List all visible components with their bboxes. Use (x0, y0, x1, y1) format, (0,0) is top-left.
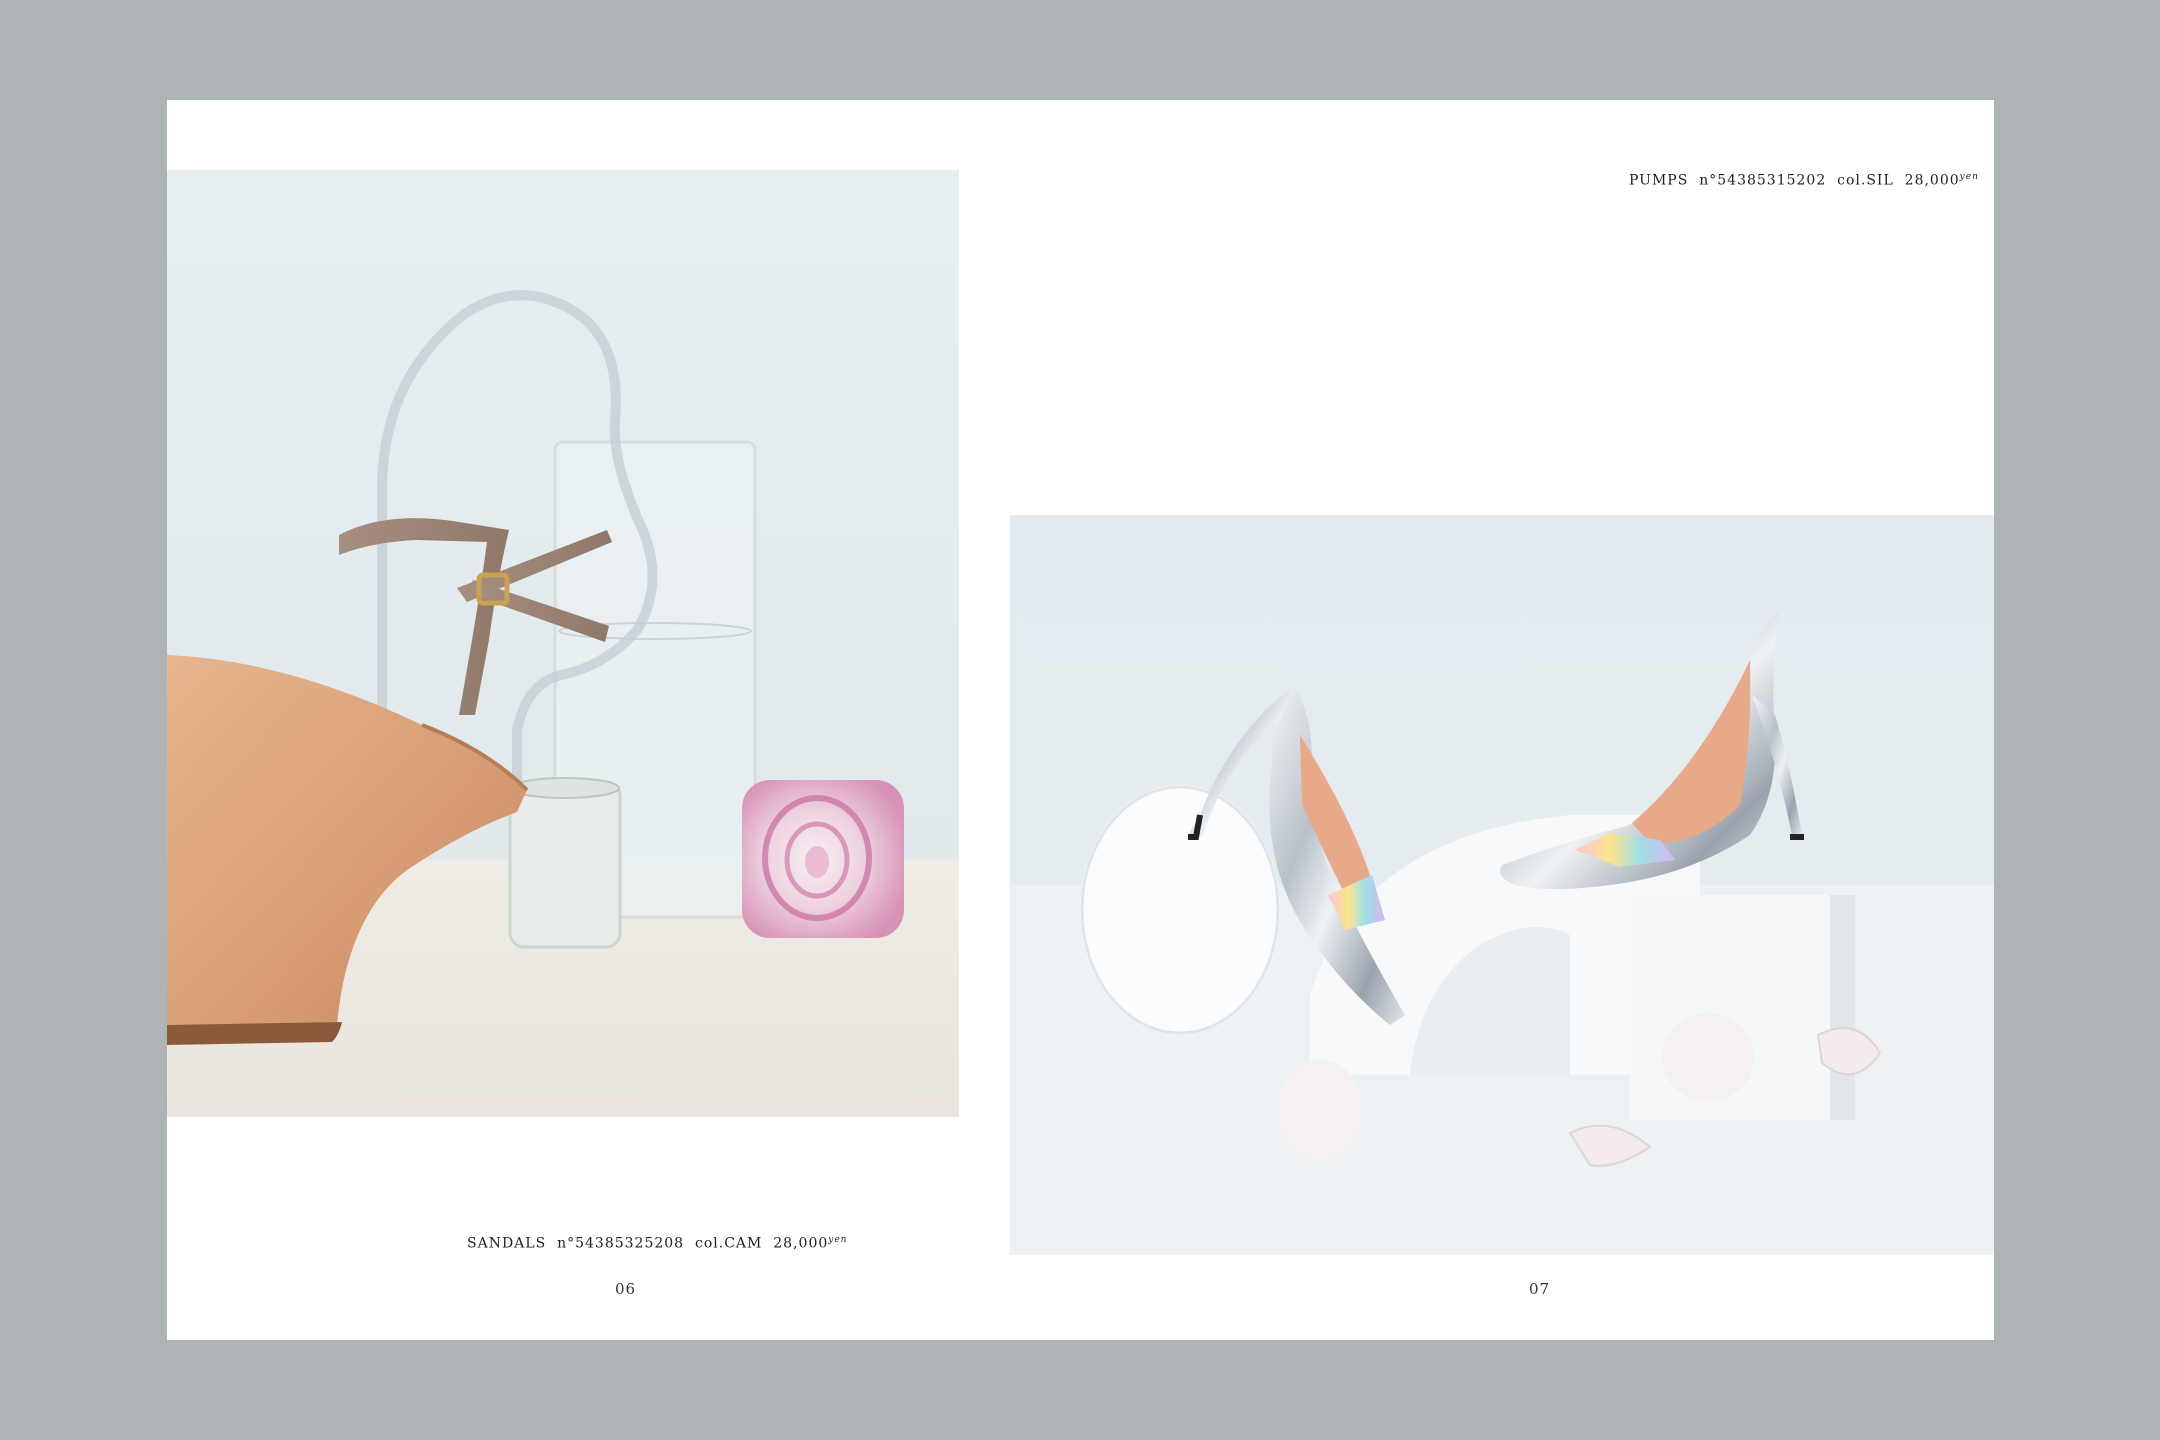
sandals-number: n°54385325208 (557, 1235, 685, 1252)
sandal-photo (167, 170, 959, 1117)
sandals-caption: SANDALS n°54385325208 col.CAM 28,000yen (467, 1235, 847, 1252)
pumps-number: n°54385315202 (1699, 172, 1827, 189)
pumps-caption: PUMPS n°54385315202 col.SIL 28,000yen (1629, 172, 1979, 189)
page-number-right: 07 (1529, 1280, 1551, 1298)
pumps-photo (1010, 515, 1994, 1255)
pumps-currency: yen (1959, 172, 1979, 182)
sandals-color: col.CAM (695, 1235, 763, 1252)
pumps-price: 28,000 (1904, 172, 1960, 189)
sandals-category: SANDALS (467, 1235, 547, 1252)
sandals-currency: yen (828, 1235, 848, 1245)
magazine-spread: PUMPS n°54385315202 col.SIL 28,000yen SA… (167, 100, 1994, 1340)
page-number-left: 06 (615, 1280, 637, 1298)
sandals-price: 28,000 (773, 1235, 829, 1252)
pumps-color: col.SIL (1837, 172, 1894, 189)
pumps-category: PUMPS (1629, 172, 1689, 189)
